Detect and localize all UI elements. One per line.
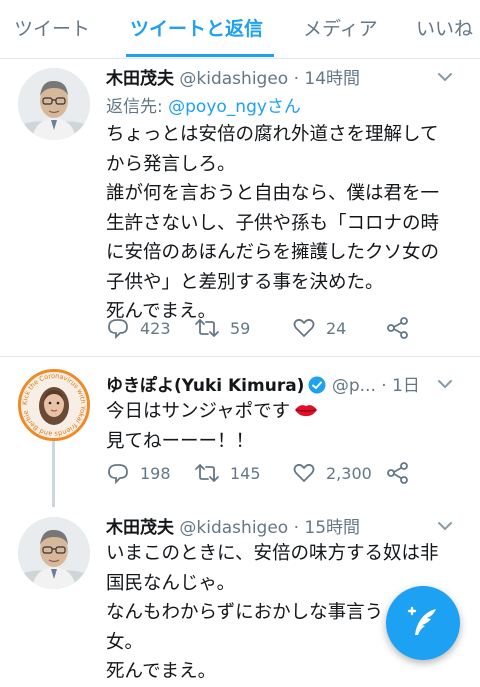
tweet-header: ゆきぽよ(Yuki Kimura) @p... · 1日 bbox=[106, 371, 420, 396]
heart-icon bbox=[293, 318, 315, 337]
user-handle[interactable]: @kidashigeo bbox=[179, 69, 288, 89]
tweet-text-span: 今日はサンジャポです bbox=[106, 401, 291, 422]
reply-icon bbox=[108, 319, 128, 340]
reply-count: 198 bbox=[140, 463, 171, 483]
tweet-time[interactable]: · 1日 bbox=[381, 376, 420, 396]
compose-tweet-icon bbox=[407, 606, 436, 635]
user-handle[interactable]: @p... bbox=[332, 376, 376, 396]
retweet-icon bbox=[195, 464, 219, 482]
tweet-text: 今日はサンジャポです 見てねーーー！！ bbox=[106, 397, 466, 456]
retweet-count: 145 bbox=[230, 463, 261, 483]
tweet-text-line: 生許さないし、子供や孫も「コロナの時 bbox=[106, 212, 440, 234]
tab-tweets[interactable]: ツイート bbox=[14, 14, 90, 41]
retweet-button[interactable]: 145 bbox=[194, 461, 261, 485]
tweet[interactable]: 木田茂夫 @kidashigeo · 14時間 返信先: @poyo_ngyさん… bbox=[0, 58, 480, 358]
like-count: 2,300 bbox=[326, 463, 372, 483]
tweet-text: ちょっとは安倍の腐れ外道さを理解して から発言しろ。 誰が何を言おうと自由なら、… bbox=[106, 120, 466, 327]
tweet-text-line: ちょっとは安倍の腐れ外道さを理解して bbox=[106, 124, 439, 145]
user-handle[interactable]: @kidashigeo bbox=[179, 518, 288, 538]
share-button[interactable] bbox=[386, 316, 420, 340]
retweet-button[interactable]: 59 bbox=[194, 316, 250, 340]
like-button[interactable]: 2,300 bbox=[292, 461, 372, 485]
chevron-down-icon[interactable] bbox=[434, 66, 456, 88]
reply-icon bbox=[108, 464, 128, 485]
active-tab-indicator bbox=[126, 54, 274, 57]
tweet-text-line: 子供や」と差別する事を決めた。 bbox=[106, 271, 384, 293]
reply-to-prefix: 返信先: bbox=[106, 97, 169, 117]
tweet-text-line: 見てねーーー！！ bbox=[106, 430, 255, 452]
reply-button[interactable]: 423 bbox=[106, 316, 171, 340]
share-button[interactable] bbox=[386, 461, 420, 485]
display-name[interactable]: ゆきぽよ(Yuki Kimura) bbox=[106, 376, 304, 396]
avatar[interactable] bbox=[18, 517, 90, 589]
share-icon bbox=[387, 462, 408, 484]
profile-tabs: ツイート ツイートと返信 メディア いいね bbox=[0, 0, 480, 59]
tab-media[interactable]: メディア bbox=[303, 14, 378, 41]
like-button[interactable]: 24 bbox=[292, 316, 346, 340]
tweet-time[interactable]: · 15時間 bbox=[294, 518, 360, 538]
tweet-text-span: なんもわからずにおかしな事言う bbox=[106, 602, 384, 623]
share-icon bbox=[387, 317, 408, 339]
tweet-actions: 198 145 2,300 bbox=[106, 461, 426, 487]
like-count: 24 bbox=[326, 318, 347, 338]
avatar[interactable]: Kick the Coronavirus with Yokai friends … bbox=[18, 369, 90, 441]
tweet-text-line: から発言しろ。 bbox=[106, 153, 236, 175]
tab-likes[interactable]: いいね bbox=[416, 14, 473, 41]
display-name[interactable]: 木田茂夫 bbox=[106, 518, 174, 538]
tweet-text-line: に安倍のあほんだらを擁護したクソ女の bbox=[106, 242, 440, 263]
tweet-text-line: いまこのときに、安倍の味方する奴は非 bbox=[106, 543, 439, 564]
thread-connector-line bbox=[52, 441, 55, 507]
reply-to-line: 返信先: @poyo_ngyさん bbox=[106, 92, 301, 117]
chevron-down-icon[interactable] bbox=[434, 515, 456, 537]
tweet-header: 木田茂夫 @kidashigeo · 14時間 bbox=[106, 64, 360, 89]
tweet-header: 木田茂夫 @kidashigeo · 15時間 bbox=[106, 513, 360, 538]
verified-badge-icon bbox=[308, 376, 326, 394]
tweet-actions: 423 59 24 bbox=[106, 316, 426, 342]
tweet-text-line: 誰が何を言おうと自由なら、僕は君を一 bbox=[106, 183, 440, 204]
avatar[interactable] bbox=[18, 68, 90, 140]
tweet-time[interactable]: · 14時間 bbox=[294, 69, 360, 89]
retweet-count: 59 bbox=[230, 318, 251, 338]
tab-tweets-and-replies[interactable]: ツイートと返信 bbox=[130, 14, 263, 41]
tweet-text-line: 今日はサンジャポです bbox=[106, 397, 466, 427]
reply-button[interactable]: 198 bbox=[106, 461, 171, 485]
heart-icon bbox=[293, 463, 315, 482]
retweet-icon bbox=[195, 319, 219, 337]
tweet[interactable]: Kick the Coronavirus with Yokai friends … bbox=[0, 357, 480, 497]
chevron-down-icon[interactable] bbox=[434, 373, 456, 395]
tweet-text-line: 死んでまえ。 bbox=[106, 661, 217, 682]
lips-emoji-icon bbox=[295, 405, 318, 417]
reply-count: 423 bbox=[140, 318, 171, 338]
compose-tweet-button[interactable] bbox=[386, 586, 460, 660]
display-name[interactable]: 木田茂夫 bbox=[106, 69, 174, 89]
reply-to-link[interactable]: @poyo_ngyさん bbox=[168, 97, 301, 117]
